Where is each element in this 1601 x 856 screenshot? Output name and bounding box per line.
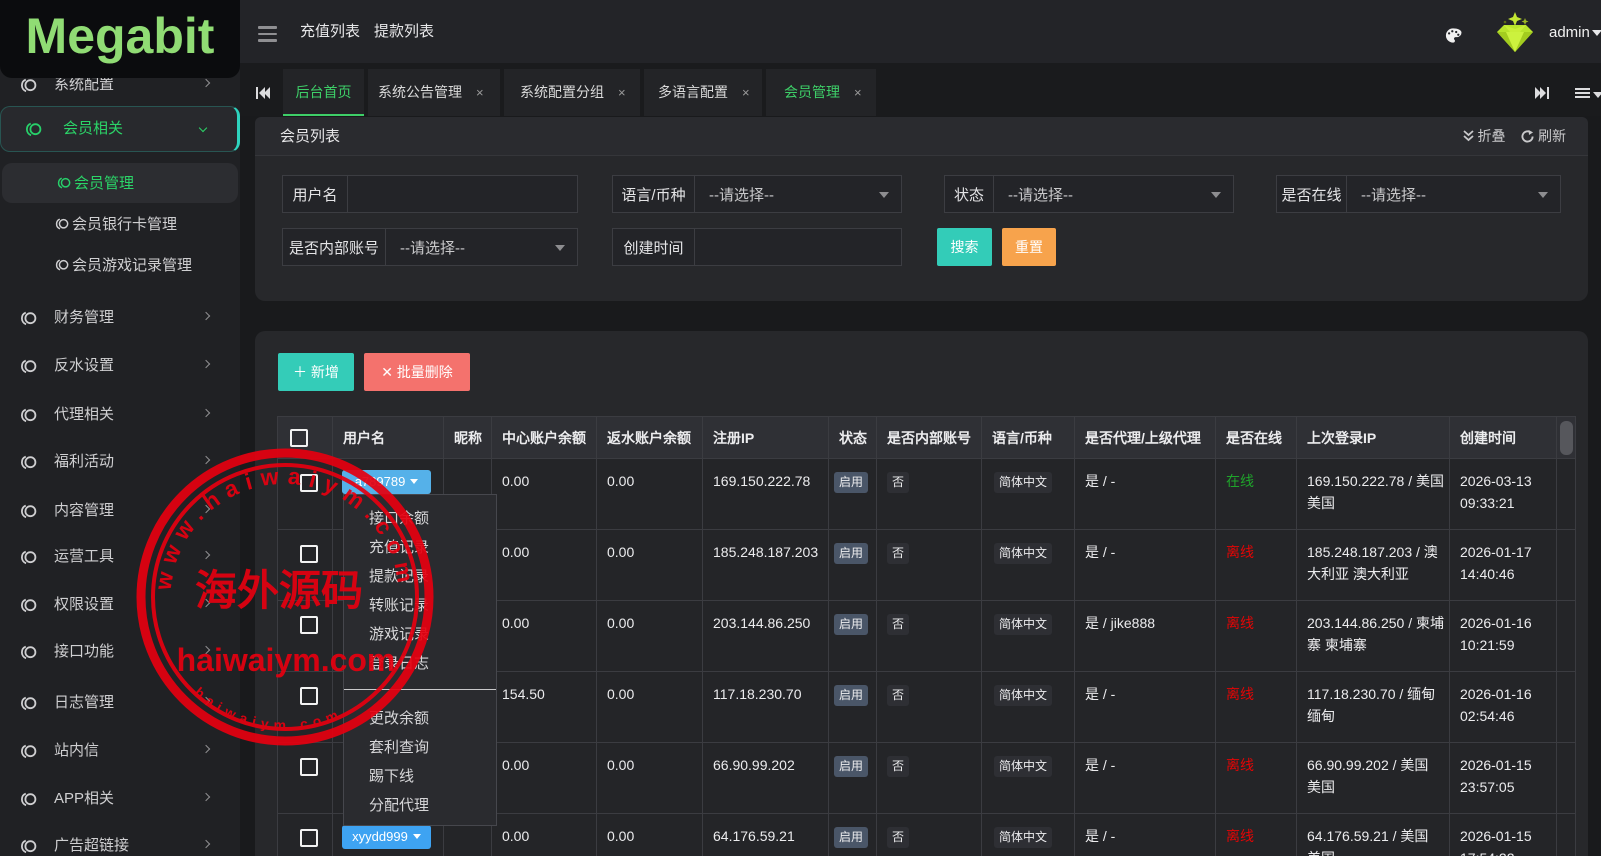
svg-text:haiwaiym.com: haiwaiym.com bbox=[177, 642, 396, 678]
svg-text:海外源码: 海外源码 bbox=[195, 567, 363, 614]
